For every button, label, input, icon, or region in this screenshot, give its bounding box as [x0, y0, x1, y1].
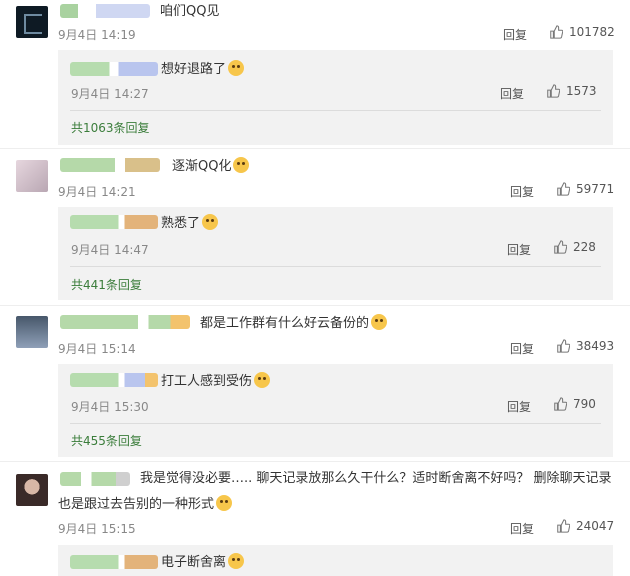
like-button[interactable]: 24047	[556, 519, 614, 533]
divider	[70, 266, 601, 267]
like-button[interactable]: 59771	[556, 182, 614, 196]
emoji-icon	[228, 553, 245, 569]
like-count: 24047	[576, 519, 615, 533]
thumbs-up-icon	[554, 240, 567, 254]
divider	[70, 423, 601, 424]
username-blurred[interactable]	[60, 315, 190, 329]
emoji-icon	[233, 157, 250, 173]
reply-box: 熟悉了 9月4日 14:47 回复 228 共441条回复	[58, 207, 613, 300]
reply-box: 电子断舍离	[58, 545, 613, 576]
comment-text-line1: 我是觉得没必要….. 聊天记录放那么久干什么？适时断舍离不好吗？ 删除聊天记录	[140, 471, 612, 486]
comment-text: 咱们QQ见	[160, 4, 220, 19]
reply-box: 想好退路了 9月4日 14:27 回复 1573 共1063条回复	[58, 50, 613, 145]
reply-time: 9月4日 14:27	[71, 87, 149, 101]
thumbs-up-icon	[557, 182, 570, 196]
reply-button[interactable]: 回复	[510, 520, 534, 537]
more-replies-link[interactable]: 共1063条回复	[71, 119, 150, 136]
reply-button[interactable]: 回复	[510, 183, 534, 200]
comment-time: 9月4日 15:14	[58, 342, 136, 356]
thumbs-up-icon	[547, 84, 560, 98]
like-count: 1573	[566, 84, 597, 98]
like-count: 101782	[569, 25, 615, 39]
thumbs-up-icon	[550, 25, 563, 39]
thumbs-up-icon	[554, 397, 567, 411]
thumbs-up-icon	[557, 519, 570, 533]
reply-button[interactable]: 回复	[507, 398, 531, 415]
divider	[0, 305, 630, 306]
divider	[0, 461, 630, 462]
divider	[0, 148, 630, 149]
emoji-icon	[216, 495, 233, 511]
reply-text: 想好退路了	[161, 60, 245, 79]
more-replies-link[interactable]: 共441条回复	[71, 276, 142, 293]
avatar[interactable]	[16, 6, 48, 38]
like-button[interactable]: 38493	[556, 339, 614, 353]
like-button[interactable]: 228	[553, 240, 596, 254]
comment-time: 9月4日 15:15	[58, 522, 136, 536]
like-count: 59771	[576, 182, 615, 196]
username-blurred[interactable]	[70, 373, 158, 387]
username-blurred[interactable]	[60, 4, 150, 18]
reply-box: 打工人感到受伤 9月4日 15:30 回复 790 共455条回复	[58, 364, 613, 457]
like-count: 38493	[576, 339, 615, 353]
comment-text: 都是工作群有什么好云备份的	[200, 314, 388, 333]
reply-button[interactable]: 回复	[507, 241, 531, 258]
emoji-icon	[371, 314, 388, 330]
emoji-icon	[254, 372, 271, 388]
avatar[interactable]	[16, 316, 48, 348]
avatar[interactable]	[16, 160, 48, 192]
thumbs-up-icon	[557, 339, 570, 353]
username-blurred[interactable]	[70, 555, 158, 569]
reply-text: 打工人感到受伤	[161, 372, 271, 391]
like-count: 228	[573, 240, 596, 254]
more-replies-link[interactable]: 共455条回复	[71, 432, 142, 449]
reply-text: 熟悉了	[161, 214, 219, 233]
like-button[interactable]: 790	[553, 397, 596, 411]
reply-button[interactable]: 回复	[503, 26, 527, 43]
reply-button[interactable]: 回复	[500, 85, 524, 102]
comment-text: 逐渐QQ化	[172, 157, 250, 176]
emoji-icon	[202, 214, 219, 230]
avatar[interactable]	[16, 474, 48, 506]
like-button[interactable]: 101782	[549, 25, 615, 39]
comment-time: 9月4日 14:21	[58, 185, 136, 199]
reply-button[interactable]: 回复	[510, 340, 534, 357]
reply-text: 电子断舍离	[161, 553, 245, 572]
reply-time: 9月4日 14:47	[71, 243, 149, 257]
reply-time: 9月4日 15:30	[71, 400, 149, 414]
username-blurred[interactable]	[70, 215, 158, 229]
emoji-icon	[228, 60, 245, 76]
comment-text-line2: 也是跟过去告别的一种形式	[58, 495, 233, 514]
like-button[interactable]: 1573	[546, 84, 597, 98]
username-blurred[interactable]	[60, 158, 160, 172]
divider	[70, 110, 601, 111]
like-count: 790	[573, 397, 596, 411]
comment-time: 9月4日 14:19	[58, 28, 136, 42]
username-blurred[interactable]	[70, 62, 158, 76]
username-blurred[interactable]	[60, 472, 130, 486]
